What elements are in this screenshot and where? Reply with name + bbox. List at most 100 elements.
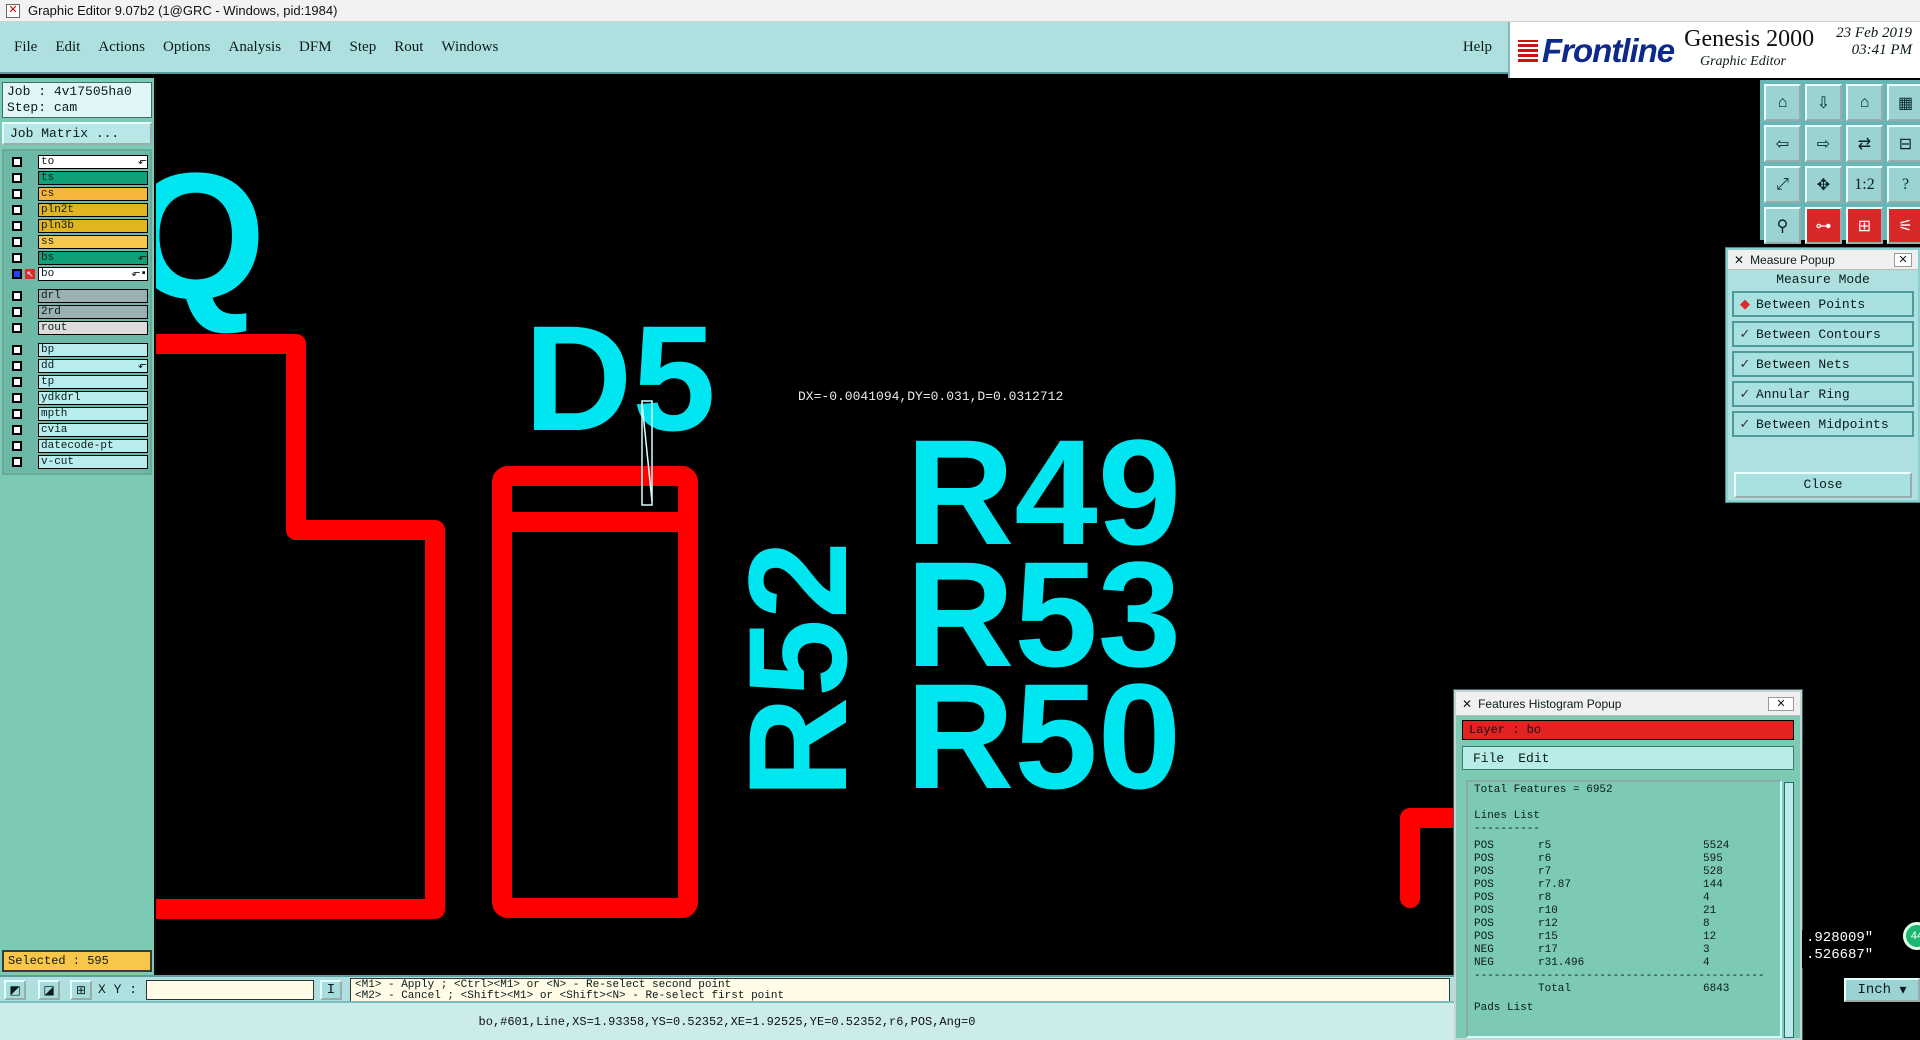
- center-icon[interactable]: ✥: [1805, 166, 1842, 203]
- xy-input[interactable]: [146, 980, 314, 1000]
- layer-row[interactable]: dd ⬐: [6, 358, 148, 374]
- layer-work-icon[interactable]: [25, 253, 35, 263]
- layer-name[interactable]: bo ⬐▪: [38, 267, 148, 281]
- layer-work-icon[interactable]: [25, 409, 35, 419]
- layer-work-icon[interactable]: [25, 205, 35, 215]
- layer-checkbox[interactable]: [12, 361, 22, 371]
- layer-checkbox[interactable]: [12, 457, 22, 467]
- units-button[interactable]: Inch ▾: [1844, 978, 1920, 1002]
- draw-icon[interactable]: ◪: [38, 980, 60, 1000]
- layer-name[interactable]: drl: [38, 289, 148, 303]
- layer-work-icon[interactable]: [25, 457, 35, 467]
- layer-row[interactable]: 2rd: [6, 304, 148, 320]
- layer-name[interactable]: ts: [38, 171, 148, 185]
- menu-rout[interactable]: Rout: [394, 39, 423, 56]
- layer-name[interactable]: pln3b: [38, 219, 148, 233]
- layer-name[interactable]: dd ⬐: [38, 359, 148, 373]
- layer-name[interactable]: rout: [38, 321, 148, 335]
- layer-work-icon[interactable]: [25, 323, 35, 333]
- layer-row[interactable]: ↖ bo ⬐▪: [6, 266, 148, 282]
- layer-name[interactable]: cvia: [38, 423, 148, 437]
- grid-icon[interactable]: ⊞: [70, 980, 92, 1000]
- layer-name[interactable]: pln2t: [38, 203, 148, 217]
- close-icon[interactable]: ✕: [1768, 696, 1794, 711]
- histogram-scrollbar[interactable]: [1784, 782, 1794, 1038]
- histogram-row[interactable]: NEG r17 3: [1474, 944, 1774, 957]
- layer-row[interactable]: ss: [6, 234, 148, 250]
- layer-row[interactable]: ts: [6, 170, 148, 186]
- layer-row[interactable]: bs ⬐: [6, 250, 148, 266]
- close-icon[interactable]: ✕: [1894, 252, 1912, 267]
- layer-checkbox[interactable]: [12, 205, 22, 215]
- zoom-down-icon[interactable]: ⇩: [1805, 84, 1842, 121]
- menu-edit[interactable]: Edit: [55, 39, 80, 56]
- layer-work-icon[interactable]: [25, 361, 35, 371]
- histogram-row[interactable]: POS r8 4: [1474, 892, 1774, 905]
- menu-help[interactable]: Help: [1463, 39, 1492, 56]
- layer-row[interactable]: mpth: [6, 406, 148, 422]
- pause-button[interactable]: I: [320, 980, 342, 1000]
- histogram-row[interactable]: POS r5 5524: [1474, 840, 1774, 853]
- layer-name[interactable]: datecode-pt: [38, 439, 148, 453]
- menu-dfm[interactable]: DFM: [299, 39, 332, 56]
- measure-icon[interactable]: ⊶: [1805, 207, 1842, 244]
- query-icon[interactable]: ?: [1887, 166, 1920, 203]
- measure-mode-option[interactable]: ◆ Between Points: [1732, 291, 1914, 317]
- histogram-row[interactable]: POS r7.87 144: [1474, 879, 1774, 892]
- layer-name[interactable]: to ⬐: [38, 155, 148, 169]
- layer-row[interactable]: to ⬐: [6, 154, 148, 170]
- layer-checkbox[interactable]: [12, 307, 22, 317]
- layer-name[interactable]: cs: [38, 187, 148, 201]
- layer-work-icon[interactable]: [25, 393, 35, 403]
- window-tile-icon[interactable]: ⊟: [1887, 125, 1920, 162]
- layer-name[interactable]: ss: [38, 235, 148, 249]
- layer-checkbox[interactable]: [12, 189, 22, 199]
- histogram-body[interactable]: Total Features = 6952 Lines List -------…: [1466, 780, 1782, 1038]
- layer-work-icon[interactable]: ↖: [25, 269, 35, 279]
- measure-mode-option[interactable]: ✓ Between Midpoints: [1732, 411, 1914, 437]
- layer-work-icon[interactable]: [25, 189, 35, 199]
- menu-actions[interactable]: Actions: [98, 39, 145, 56]
- layer-row[interactable]: pln3b: [6, 218, 148, 234]
- layer-checkbox[interactable]: [12, 157, 22, 167]
- layer-work-icon[interactable]: [25, 291, 35, 301]
- menu-options[interactable]: Options: [163, 39, 211, 56]
- layer-work-icon[interactable]: [25, 173, 35, 183]
- ratio-icon[interactable]: 1:2: [1846, 166, 1883, 203]
- menu-windows[interactable]: Windows: [441, 39, 498, 56]
- layers-icon[interactable]: ⊞: [1846, 207, 1883, 244]
- menu-analysis[interactable]: Analysis: [229, 39, 282, 56]
- layer-row[interactable]: ydkdrl: [6, 390, 148, 406]
- fit-icon[interactable]: ⤢: [1764, 166, 1801, 203]
- layer-checkbox[interactable]: [12, 393, 22, 403]
- measure-mode-option[interactable]: ✓ Annular Ring: [1732, 381, 1914, 407]
- layer-name[interactable]: bs ⬐: [38, 251, 148, 265]
- layer-checkbox[interactable]: [12, 323, 22, 333]
- layer-row[interactable]: bp: [6, 342, 148, 358]
- layer-checkbox[interactable]: [12, 253, 22, 263]
- measure-mode-option[interactable]: ✓ Between Nets: [1732, 351, 1914, 377]
- layer-work-icon[interactable]: [25, 441, 35, 451]
- histogram-row[interactable]: POS r12 8: [1474, 918, 1774, 931]
- layer-row[interactable]: datecode-pt: [6, 438, 148, 454]
- histogram-row[interactable]: POS r15 12: [1474, 931, 1774, 944]
- histogram-row[interactable]: NEG r31.496 4: [1474, 957, 1774, 970]
- histogram-menu-file[interactable]: File: [1473, 751, 1504, 766]
- layer-row[interactable]: tp: [6, 374, 148, 390]
- histogram-row[interactable]: POS r7 528: [1474, 866, 1774, 879]
- histogram-row[interactable]: POS r10 21: [1474, 905, 1774, 918]
- layer-work-icon[interactable]: [25, 237, 35, 247]
- layer-checkbox[interactable]: [12, 269, 22, 279]
- layer-work-icon[interactable]: [25, 307, 35, 317]
- layer-work-icon[interactable]: [25, 425, 35, 435]
- layer-row[interactable]: v-cut: [6, 454, 148, 470]
- layer-name[interactable]: tp: [38, 375, 148, 389]
- layer-checkbox[interactable]: [12, 237, 22, 247]
- window-split-icon[interactable]: ▦: [1887, 84, 1920, 121]
- layer-checkbox[interactable]: [12, 377, 22, 387]
- layer-name[interactable]: bp: [38, 343, 148, 357]
- histogram-menu-edit[interactable]: Edit: [1518, 751, 1549, 766]
- mirror-icon[interactable]: ⇄: [1846, 125, 1883, 162]
- pan-left-icon[interactable]: ⇦: [1764, 125, 1801, 162]
- layer-work-icon[interactable]: [25, 157, 35, 167]
